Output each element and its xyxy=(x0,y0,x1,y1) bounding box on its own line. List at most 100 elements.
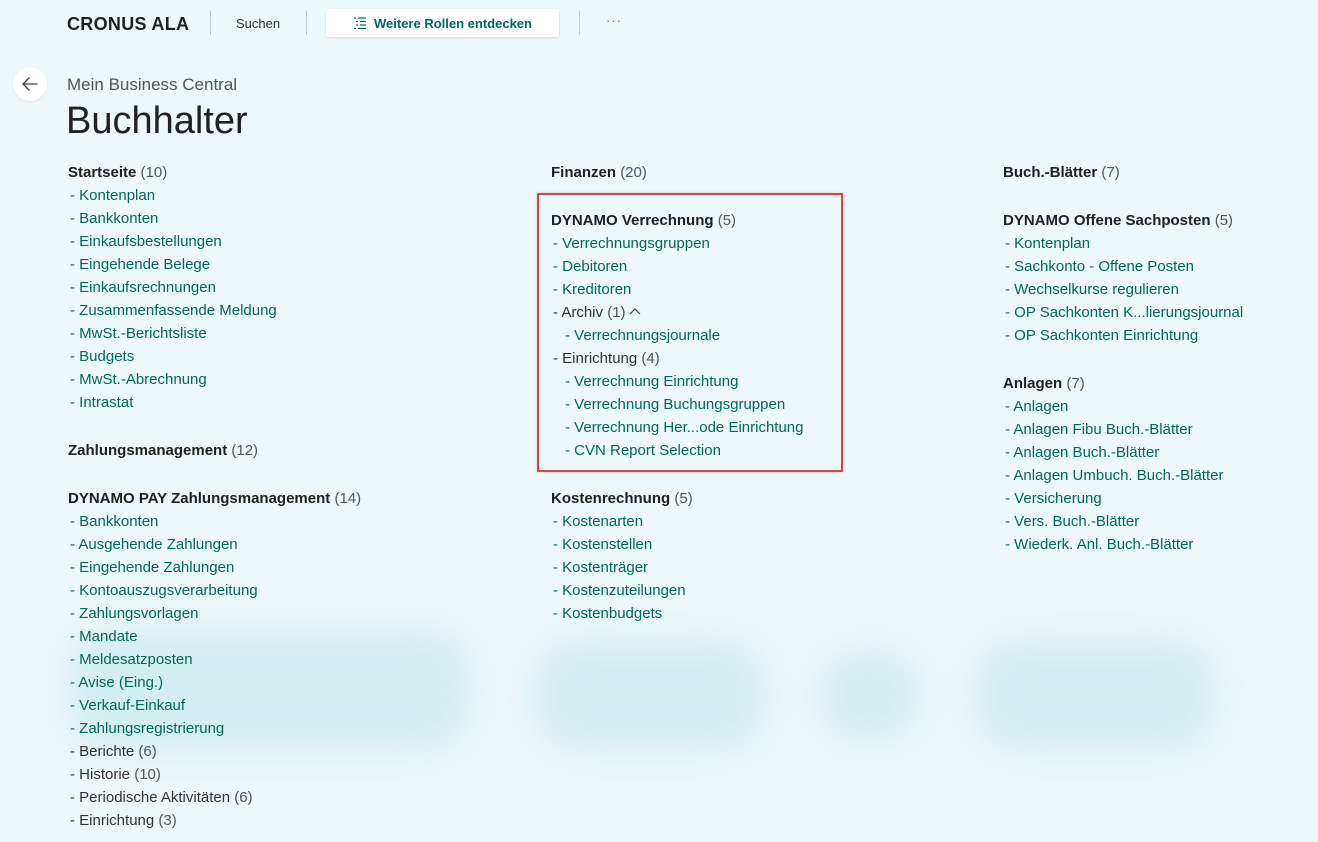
breadcrumb: Mein Business Central xyxy=(67,75,238,94)
list-dash: - xyxy=(553,513,563,530)
item-label: Kontenplan xyxy=(1014,235,1091,252)
group-header[interactable]: Finanzen (20) xyxy=(551,161,647,184)
group-header[interactable]: DYNAMO PAY Zahlungsmanagement (14) xyxy=(68,487,361,510)
list-dash: - xyxy=(70,605,80,622)
nav-link[interactable]: - Verkauf-Einkauf xyxy=(68,694,361,717)
group-header[interactable]: DYNAMO Offene Sachposten (5) xyxy=(1003,209,1243,232)
nav-link[interactable]: - Anlagen Buch.-Blätter xyxy=(1003,441,1223,464)
nav-link[interactable]: - Intrastat xyxy=(68,391,277,414)
list-dash: - xyxy=(70,325,80,342)
list-dash: - xyxy=(70,394,80,411)
item-label: Zahlungsvorlagen xyxy=(79,605,199,622)
group-buch-blaetter: Buch.-Blätter (7) xyxy=(1003,161,1120,184)
item-label: Bankkonten xyxy=(79,513,159,530)
nav-link[interactable]: - OP Sachkonten K...lierungsjournal xyxy=(1003,301,1243,324)
item-label: Wiederk. Anl. Buch.-Blätter xyxy=(1014,536,1194,553)
nav-link[interactable]: - Avise (Eing.) xyxy=(68,671,361,694)
group-zahlungsmanagement: Zahlungsmanagement (12) xyxy=(68,439,258,462)
explore-roles-button[interactable]: Weitere Rollen entdecken xyxy=(326,9,559,37)
nav-link[interactable]: - Wiederk. Anl. Buch.-Blätter xyxy=(1003,533,1223,556)
search-button[interactable]: Suchen xyxy=(236,16,280,31)
nav-link[interactable]: - Kontenplan xyxy=(1003,232,1243,255)
nav-link[interactable]: - Zahlungsvorlagen xyxy=(68,602,361,625)
nav-link[interactable]: - Anlagen xyxy=(1003,395,1223,418)
group-header[interactable]: Anlagen (7) xyxy=(1003,372,1223,395)
nav-link[interactable]: - Zusammenfassende Meldung xyxy=(68,299,277,322)
nav-link[interactable]: - Mandate xyxy=(68,625,361,648)
item-label: Eingehende Zahlungen xyxy=(79,559,235,576)
item-label: MwSt.-Berichtsliste xyxy=(79,325,207,342)
folder-berichte[interactable]: - Berichte (6) xyxy=(68,740,361,763)
folder-periodische-aktivitaeten[interactable]: - Periodische Aktivitäten (6) xyxy=(68,786,361,809)
nav-link[interactable]: - Kontoauszugsverarbeitung xyxy=(68,579,361,602)
item-label: Kostenbudgets xyxy=(562,605,663,622)
nav-link[interactable]: - Kostenbudgets xyxy=(551,602,693,625)
nav-link[interactable]: - Kostenstellen xyxy=(551,533,693,556)
item-label: OP Sachkonten Einrichtung xyxy=(1014,327,1199,344)
folder-historie[interactable]: - Historie (10) xyxy=(68,763,361,786)
nav-link[interactable]: - Kostenträger xyxy=(551,556,693,579)
nav-link[interactable]: - Versicherung xyxy=(1003,487,1223,510)
item-label: Vers. Buch.-Blätter xyxy=(1014,513,1140,530)
item-label: Anlagen Umbuch. Buch.-Blätter xyxy=(1013,467,1224,484)
separator xyxy=(579,11,580,35)
list-dash: - xyxy=(70,628,80,645)
nav-link[interactable]: - Anlagen Fibu Buch.-Blätter xyxy=(1003,418,1223,441)
item-label: Zusammenfassende Meldung xyxy=(79,302,277,319)
nav-link[interactable]: - Zahlungsregistrierung xyxy=(68,717,361,740)
page-title: Buchhalter xyxy=(66,100,248,142)
list-dash: - xyxy=(70,789,80,806)
nav-link[interactable]: - MwSt.-Abrechnung xyxy=(68,368,277,391)
list-dash: - xyxy=(1005,327,1015,344)
item-label: MwSt.-Abrechnung xyxy=(79,371,207,388)
nav-link[interactable]: - Kostenarten xyxy=(551,510,693,533)
nav-link[interactable]: - Budgets xyxy=(68,345,277,368)
group-header[interactable]: Startseite (10) xyxy=(68,161,277,184)
item-label: Historie xyxy=(79,766,131,783)
item-label: Zahlungsregistrierung xyxy=(79,720,225,737)
nav-link[interactable]: - Bankkonten xyxy=(68,510,361,533)
item-count: (3) xyxy=(158,812,177,829)
highlight-box xyxy=(537,193,843,472)
list-dash: - xyxy=(1005,536,1015,553)
nav-link[interactable]: - Einkaufsrechnungen xyxy=(68,276,277,299)
list-dash: - xyxy=(70,348,80,365)
nav-link[interactable]: - OP Sachkonten Einrichtung xyxy=(1003,324,1243,347)
nav-link[interactable]: - Einkaufsbestellungen xyxy=(68,230,277,253)
group-header[interactable]: Zahlungsmanagement (12) xyxy=(68,439,258,462)
nav-link[interactable]: - Kostenzuteilungen xyxy=(551,579,693,602)
item-label: Anlagen Buch.-Blätter xyxy=(1013,444,1160,461)
nav-link[interactable]: - Vers. Buch.-Blätter xyxy=(1003,510,1223,533)
nav-link[interactable]: - Sachkonto - Offene Posten xyxy=(1003,255,1243,278)
nav-link[interactable]: - Bankkonten xyxy=(68,207,277,230)
company-name[interactable]: CRONUS ALA xyxy=(67,14,189,35)
nav-link[interactable]: - Kontenplan xyxy=(68,184,277,207)
nav-link[interactable]: - Eingehende Belege xyxy=(68,253,277,276)
group-header[interactable]: Buch.-Blätter (7) xyxy=(1003,161,1120,184)
more-options-button[interactable]: ··· xyxy=(606,13,622,28)
list-dash: - xyxy=(1005,235,1015,252)
list-dash: - xyxy=(70,812,80,829)
back-button[interactable] xyxy=(13,67,47,101)
nav-link[interactable]: - Eingehende Zahlungen xyxy=(68,556,361,579)
list-dash: - xyxy=(70,513,80,530)
list-dash: - xyxy=(70,720,80,737)
nav-link[interactable]: - Wechselkurse regulieren xyxy=(1003,278,1243,301)
top-bar: CRONUS ALA Suchen Weitere Rollen entdeck… xyxy=(0,0,1318,46)
item-label: Kostenarten xyxy=(562,513,644,530)
nav-link[interactable]: - MwSt.-Berichtsliste xyxy=(68,322,277,345)
nav-link[interactable]: - Meldesatzposten xyxy=(68,648,361,671)
list-dash: - xyxy=(1005,304,1015,321)
list-dash: - xyxy=(70,582,80,599)
item-label: Berichte xyxy=(79,743,135,760)
group-header[interactable]: Kostenrechnung (5) xyxy=(551,487,693,510)
nav-link[interactable]: - Anlagen Umbuch. Buch.-Blätter xyxy=(1003,464,1223,487)
nav-link[interactable]: - Ausgehende Zahlungen xyxy=(68,533,361,556)
item-label: Budgets xyxy=(79,348,135,365)
item-label: Avise (Eing.) xyxy=(78,674,164,691)
item-label: Einkaufsbestellungen xyxy=(79,233,222,250)
list-dash: - xyxy=(70,256,80,273)
item-label: Kontenplan xyxy=(79,187,156,204)
list-dash: - xyxy=(70,233,80,250)
folder-einrichtung[interactable]: - Einrichtung (3) xyxy=(68,809,361,832)
